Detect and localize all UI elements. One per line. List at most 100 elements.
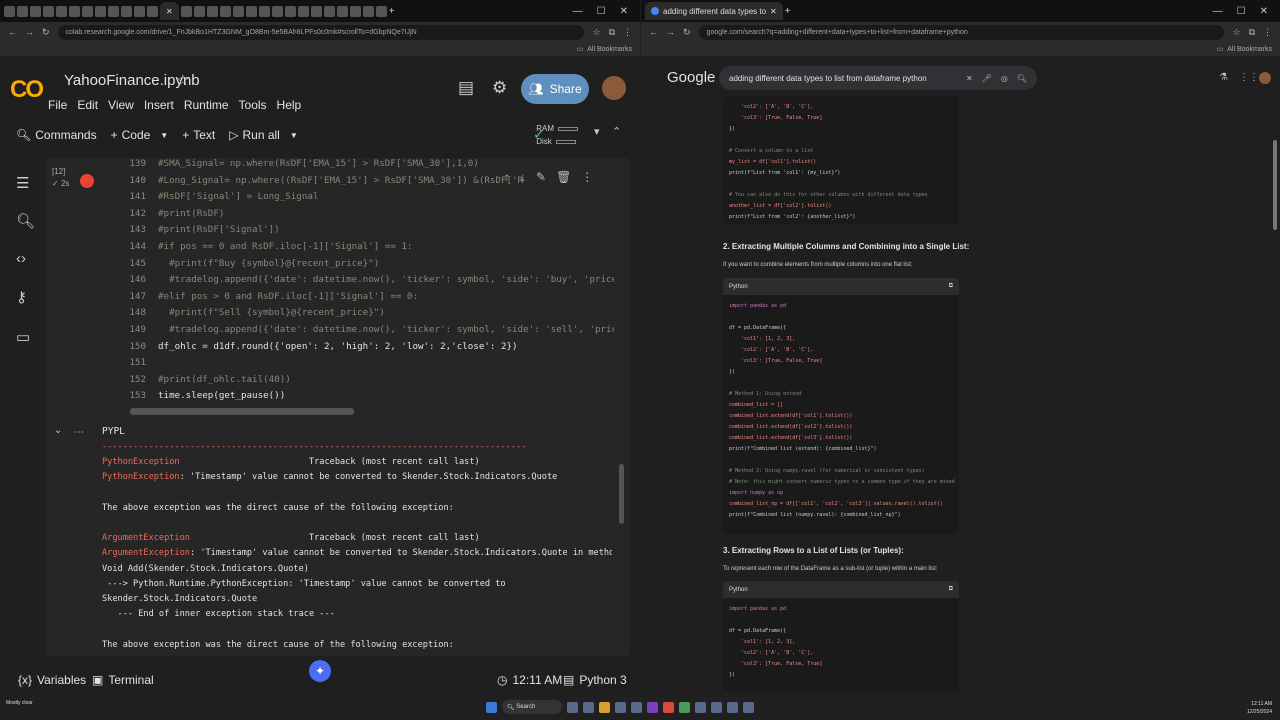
all-bookmarks-link[interactable]: All Bookmarks bbox=[1227, 46, 1272, 53]
code-line[interactable]: 146 #tradelog.append({'date': datetime.n… bbox=[104, 274, 614, 291]
tab-icon[interactable] bbox=[219, 5, 231, 17]
menu-icon[interactable]: ⋮ bbox=[623, 27, 632, 38]
search-box[interactable]: adding different data types to list from… bbox=[719, 66, 1037, 90]
tab-icon[interactable] bbox=[336, 5, 348, 17]
copy-icon[interactable]: ⧉ bbox=[949, 586, 953, 593]
tab-icon[interactable] bbox=[310, 5, 322, 17]
runtime-status[interactable]: ▤ Python 3 bbox=[563, 673, 627, 687]
collapse-output-icon[interactable]: ⌄ bbox=[54, 425, 62, 436]
code-snippets-icon[interactable]: ‹› bbox=[16, 250, 26, 267]
output-scrollbar[interactable] bbox=[619, 464, 624, 524]
execution-time-status[interactable]: ◷ 12:11 AM bbox=[497, 673, 562, 687]
taskbar-app-icon[interactable] bbox=[711, 701, 722, 713]
code-cell[interactable]: [12] ✓ 2s 139 #SMA_Signal= np.where(RsDF[… bbox=[46, 158, 630, 656]
menu-icon[interactable]: ⋮ bbox=[1263, 27, 1272, 38]
copy-icon[interactable]: ⧉ bbox=[949, 283, 953, 290]
code-line[interactable]: 150 df_ohlc = d1df.round({'open': 2, 'hig… bbox=[104, 341, 614, 358]
star-icon[interactable]: ☆ bbox=[176, 71, 189, 89]
find-icon[interactable]: 🔍︎ bbox=[16, 212, 35, 230]
weather-widget[interactable]: Mostly clear bbox=[6, 699, 33, 707]
terminal-button[interactable]: ▣ Terminal bbox=[92, 673, 154, 687]
back-icon[interactable]: ← bbox=[8, 27, 17, 37]
all-bookmarks-link[interactable]: All Bookmarks bbox=[587, 46, 632, 53]
code-editor[interactable]: 139 #SMA_Signal= np.where(RsDF['EMA_15'] … bbox=[104, 158, 614, 408]
tab-active[interactable]: adding different data types to ✕ bbox=[645, 2, 783, 20]
google-logo[interactable]: Google bbox=[667, 69, 715, 86]
tab-icon[interactable] bbox=[82, 5, 93, 17]
system-clock[interactable]: 12:11 AM 12/25/2024 bbox=[1247, 700, 1272, 716]
tab-icon[interactable] bbox=[56, 5, 67, 17]
file-explorer-icon[interactable] bbox=[599, 701, 610, 713]
close-icon[interactable]: ✕ bbox=[166, 7, 173, 16]
chevron-down-icon[interactable]: ▾ bbox=[594, 125, 600, 138]
taskbar-app-icon[interactable] bbox=[695, 701, 706, 713]
resource-monitor[interactable]: RAM Disk bbox=[536, 122, 578, 148]
code-line[interactable]: 152 #print(df_ohlc.tail(40)) bbox=[104, 374, 614, 391]
bookmark-star-icon[interactable]: ☆ bbox=[592, 27, 600, 38]
move-up-icon[interactable]: ↑ bbox=[504, 170, 510, 184]
tab-icon[interactable] bbox=[271, 5, 283, 17]
tab-icon[interactable] bbox=[134, 5, 145, 17]
minimize-icon[interactable]: — bbox=[573, 6, 583, 17]
maximize-icon[interactable]: ☐ bbox=[597, 6, 606, 17]
tab-icon[interactable] bbox=[69, 5, 80, 17]
tab-icon[interactable] bbox=[95, 5, 106, 17]
share-button[interactable]: 👥︎ Share bbox=[521, 74, 589, 104]
close-icon[interactable]: ✕ bbox=[770, 7, 777, 16]
colab-logo[interactable]: CO bbox=[10, 76, 44, 104]
address-bar[interactable]: colab.research.google.com/drive/1_FnJbkB… bbox=[57, 24, 585, 40]
toc-icon[interactable]: ☰ bbox=[16, 174, 29, 192]
taskbar-search[interactable]: 🔍︎ Search bbox=[502, 700, 562, 714]
menu-runtime[interactable]: Runtime bbox=[184, 98, 229, 112]
menu-edit[interactable]: Edit bbox=[77, 98, 98, 112]
tab-icon[interactable] bbox=[284, 5, 296, 17]
tab-icon[interactable] bbox=[297, 5, 309, 17]
collapse-icon[interactable]: ⌃ bbox=[612, 125, 621, 138]
mic-icon[interactable]: 🎤︎ bbox=[982, 74, 992, 83]
address-bar[interactable]: google.com/search?q=adding+different+dat… bbox=[698, 24, 1225, 40]
tab-icon[interactable] bbox=[30, 5, 41, 17]
code-line[interactable]: 149 #tradelog.append({'date': datetime.n… bbox=[104, 324, 614, 341]
new-tab-icon[interactable]: + bbox=[389, 6, 395, 17]
taskbar-app-icon[interactable] bbox=[567, 701, 578, 713]
taskbar-app-icon[interactable] bbox=[743, 701, 754, 713]
code-line[interactable]: 148 #print(f"Sell {symbol}@{recent_price… bbox=[104, 307, 614, 324]
tab-icon[interactable] bbox=[108, 5, 119, 17]
code-line[interactable]: 141 #RsDF['Signal'] = Long_Signal bbox=[104, 191, 614, 208]
close-window-icon[interactable]: ✕ bbox=[620, 6, 628, 17]
code-line[interactable]: 147 #elif pos > 0 and RsDF.iloc[-1]['Sign… bbox=[104, 291, 614, 308]
new-tab-icon[interactable]: + bbox=[785, 6, 791, 17]
add-text-button[interactable]: + Text bbox=[182, 128, 215, 142]
code-line[interactable]: 153 time.sleep(get_pause()) bbox=[104, 390, 614, 407]
menu-tools[interactable]: Tools bbox=[239, 98, 267, 112]
variables-button[interactable]: {x} Variables bbox=[18, 673, 86, 687]
back-icon[interactable]: ← bbox=[649, 27, 658, 37]
menu-help[interactable]: Help bbox=[277, 98, 302, 112]
tab-icon[interactable] bbox=[4, 5, 15, 17]
comments-icon[interactable]: ▤ bbox=[458, 78, 474, 98]
delete-icon[interactable]: 🗑︎ bbox=[556, 170, 571, 184]
taskbar-app-icon[interactable] bbox=[615, 701, 626, 713]
reload-icon[interactable]: ↻ bbox=[42, 27, 50, 38]
run-all-button[interactable]: ▷ Run all ▼ bbox=[229, 128, 298, 142]
extensions-icon[interactable]: ⧉ bbox=[609, 27, 615, 38]
bookmark-star-icon[interactable]: ☆ bbox=[1232, 27, 1240, 38]
minimize-icon[interactable]: — bbox=[1213, 6, 1223, 17]
tab-icon[interactable] bbox=[245, 5, 257, 17]
move-down-icon[interactable]: ↓ bbox=[520, 170, 526, 184]
page-scrollbar[interactable] bbox=[1273, 140, 1277, 230]
code-line[interactable]: 142 #print(RsDF) bbox=[104, 208, 614, 225]
tab-icon[interactable] bbox=[349, 5, 361, 17]
add-code-button[interactable]: + Code ▼ bbox=[111, 128, 169, 142]
close-window-icon[interactable]: ✕ bbox=[1260, 6, 1268, 17]
tab-icon[interactable] bbox=[232, 5, 244, 17]
more-icon[interactable]: ⋮ bbox=[581, 170, 593, 184]
run-cell-button[interactable] bbox=[80, 174, 94, 188]
horizontal-scrollbar[interactable] bbox=[130, 408, 354, 415]
tab-icon[interactable] bbox=[147, 5, 158, 17]
tab-icon[interactable] bbox=[17, 5, 28, 17]
tab-icon[interactable] bbox=[206, 5, 218, 17]
tab-icon[interactable] bbox=[193, 5, 205, 17]
avatar[interactable] bbox=[602, 76, 626, 100]
avatar[interactable] bbox=[1259, 72, 1271, 84]
